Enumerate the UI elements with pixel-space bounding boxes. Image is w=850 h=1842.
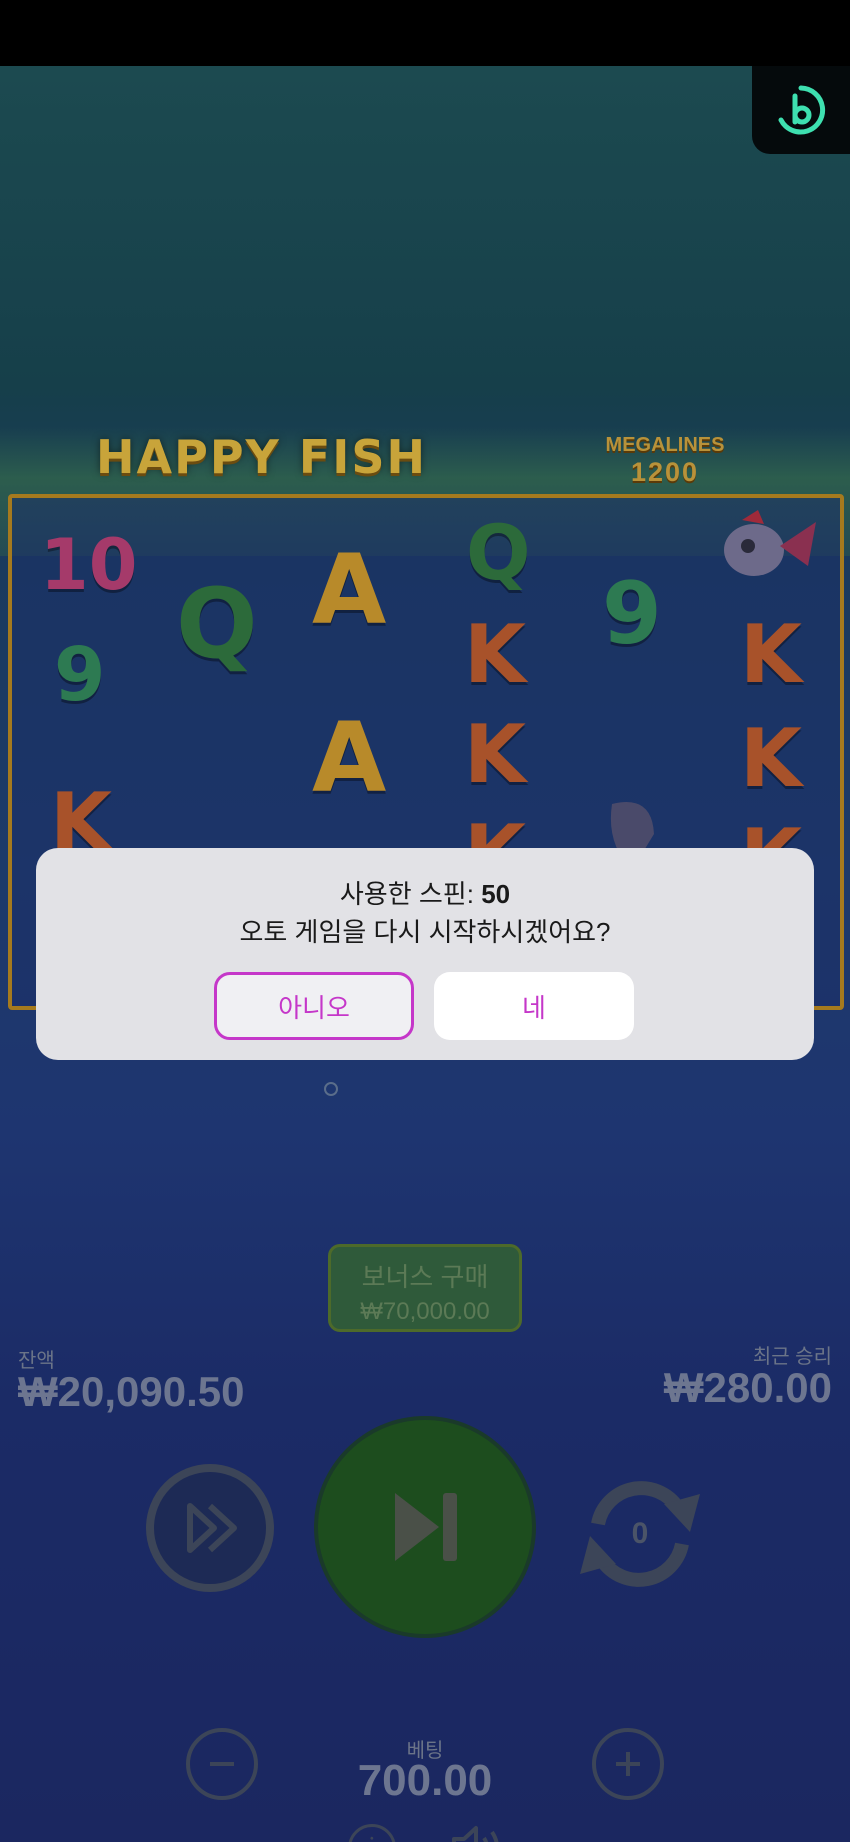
provider-logo-icon [778, 85, 826, 135]
reel-symbol: Q [466, 508, 531, 597]
reel-symbol: 9 [54, 632, 106, 718]
bonus-buy-button[interactable]: 보너스 구매 ₩70,000.00 [328, 1244, 522, 1332]
bonus-buy-price: ₩70,000.00 [360, 1298, 490, 1325]
reel-symbol: K [464, 608, 526, 701]
game-title: HAPPY FISH [96, 430, 428, 484]
sound-button[interactable] [448, 1822, 508, 1842]
reel-symbol: K [464, 708, 526, 801]
autoplay-button[interactable]: 0 [570, 1464, 710, 1604]
plus-icon [616, 1752, 640, 1776]
reel-symbol: 9 [602, 564, 662, 664]
spin-button[interactable] [318, 1420, 532, 1634]
turbo-button[interactable] [146, 1464, 274, 1592]
status-bar [0, 0, 850, 66]
bet-value: 700.00 [357, 1756, 493, 1805]
reel-symbol: A [312, 702, 387, 814]
provider-logo-button[interactable] [752, 66, 850, 154]
reel-symbol: K [740, 608, 802, 701]
spins-used-text: 사용한 스핀: 50 [36, 874, 814, 911]
info-button[interactable]: i [348, 1824, 396, 1842]
bet-increase-button[interactable] [592, 1728, 664, 1800]
info-icon: i [368, 1833, 376, 1842]
reel-symbol: 10 [40, 524, 138, 606]
last-win-value: ₩280.00 [663, 1364, 832, 1411]
sound-icon [452, 1826, 499, 1842]
spins-used-label: 사용한 스핀: [339, 879, 474, 909]
page-indicator-dot [324, 1082, 338, 1096]
autoplay-count: 0 [631, 1517, 649, 1550]
megalines-label: MEGALINES [605, 434, 725, 456]
autoplay-restart-dialog: 사용한 스핀: 50 오토 게임을 다시 시작하시겠어요? 아니오 네 [36, 848, 814, 1060]
bonus-buy-label: 보너스 구매 [361, 1262, 489, 1292]
reel-symbol: K [740, 712, 802, 805]
spin-icon [395, 1493, 457, 1561]
spins-used-value: 50 [481, 879, 511, 909]
reel-symbol: Q [176, 568, 258, 680]
fish-symbol-icon [724, 510, 816, 576]
no-button[interactable]: 아니오 [214, 972, 414, 1040]
restart-question: 오토 게임을 다시 시작하시겠어요? [239, 917, 611, 947]
megalines-value: 1200 [630, 457, 700, 487]
yes-button[interactable]: 네 [434, 972, 634, 1040]
turbo-icon [187, 1503, 237, 1553]
megalines-badge: MEGALINES 1200 [590, 434, 740, 488]
reel-symbol: A [312, 534, 387, 646]
balance-value: ₩20,090.50 [18, 1368, 245, 1415]
